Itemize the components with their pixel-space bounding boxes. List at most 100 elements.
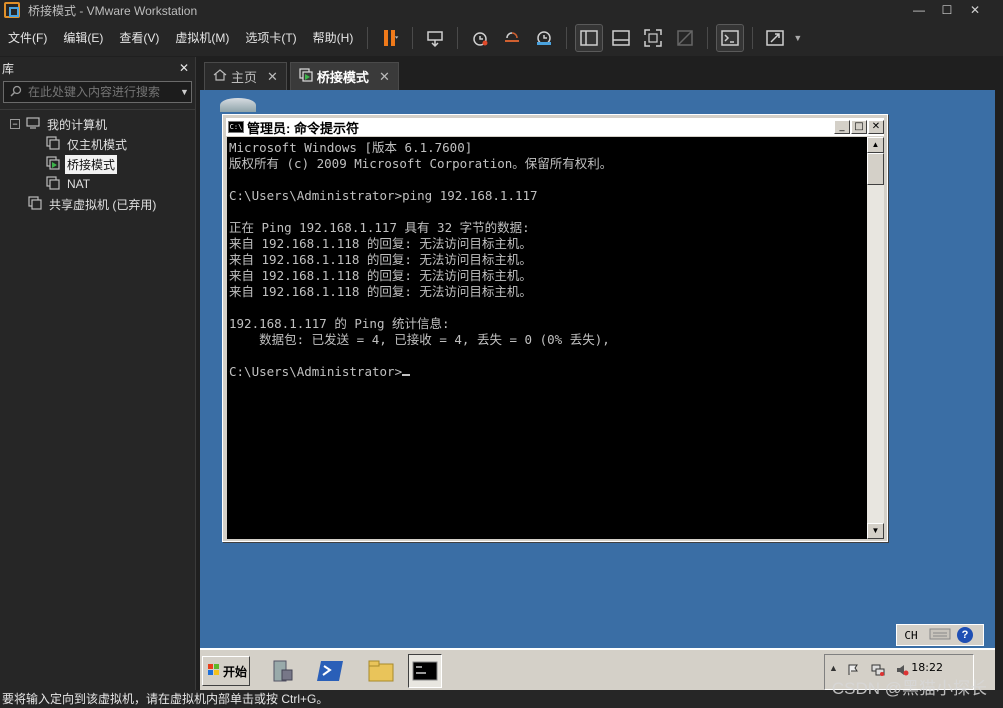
- tab-close-icon[interactable]: ✕: [379, 69, 390, 85]
- scroll-thumb[interactable]: [867, 153, 884, 185]
- vmware-app-icon: [4, 2, 20, 18]
- cmd-window[interactable]: C:\ 管理员: 命令提示符 _ □ ✕ Microsoft Windows […: [222, 114, 888, 542]
- tab-bridged[interactable]: 桥接模式 ✕: [289, 62, 399, 90]
- menu-edit[interactable]: 编辑(E): [55, 20, 111, 56]
- unity-icon[interactable]: [672, 25, 698, 51]
- watermark: CSDN @黑猫小探长: [831, 679, 987, 698]
- recycle-bin-icon[interactable]: [220, 98, 256, 112]
- stretch-guest-icon[interactable]: [762, 25, 788, 51]
- start-button[interactable]: 开始: [202, 656, 250, 686]
- send-keys-icon[interactable]: [422, 25, 448, 51]
- vm-running-icon: [46, 155, 60, 173]
- help-icon[interactable]: ?: [957, 627, 973, 643]
- console-line: 来自 192.168.1.118 的回复: 无法访问目标主机。: [229, 236, 532, 251]
- tree-my-computer[interactable]: − 我的计算机: [0, 114, 195, 134]
- window-title: 桥接模式 - VMware Workstation: [28, 3, 198, 18]
- language-bar[interactable]: CH ?: [896, 624, 984, 646]
- home-icon: [213, 69, 227, 84]
- cmd-title: 管理员: 命令提示符: [247, 120, 359, 136]
- console-output[interactable]: Microsoft Windows [版本 6.1.7600] 版权所有 (c) …: [227, 137, 867, 539]
- revert-snapshot-icon[interactable]: [499, 25, 525, 51]
- full-screen-icon[interactable]: [640, 25, 666, 51]
- cmd-scrollbar[interactable]: ▲ ▼: [867, 137, 884, 539]
- powershell-icon[interactable]: [314, 654, 348, 688]
- toolbar-separator: [566, 27, 568, 49]
- tree-label: 桥接模式: [65, 154, 118, 174]
- console-line: 正在 Ping 192.168.1.117 具有 32 字节的数据:: [229, 220, 530, 235]
- tree-label: 仅主机模式: [67, 137, 128, 152]
- tree-vm-bridged[interactable]: 桥接模式: [0, 154, 195, 174]
- snapshot-icon[interactable]: [467, 25, 493, 51]
- tab-label: 桥接模式: [316, 70, 369, 85]
- tab-close-icon[interactable]: ✕: [267, 69, 278, 85]
- tree-label: 共享虚拟机 (已弃用): [49, 197, 157, 212]
- console-view-icon[interactable]: [716, 24, 745, 52]
- maximize-button[interactable]: ☐: [934, 0, 960, 20]
- toolbar-separator: [367, 27, 369, 49]
- library-view-icon[interactable]: [575, 24, 604, 52]
- toolbar-separator: [412, 27, 414, 49]
- title-bar: 桥接模式 - VMware Workstation — ☐ ✕: [0, 0, 1003, 20]
- search-dropdown-icon[interactable]: ▼: [180, 87, 189, 97]
- server-manager-icon[interactable]: [264, 654, 298, 688]
- vm-running-icon: [299, 68, 313, 85]
- tab-home[interactable]: 主页 ✕: [204, 62, 287, 90]
- library-header: 库 ✕: [0, 57, 195, 79]
- collapse-toggle-icon[interactable]: −: [10, 119, 20, 129]
- computer-icon: [26, 116, 40, 132]
- language-indicator[interactable]: CH: [897, 629, 925, 642]
- tree-label: 我的计算机: [47, 117, 108, 132]
- scroll-down-icon[interactable]: ▼: [867, 523, 884, 539]
- chevron-down-icon[interactable]: ▼: [793, 33, 802, 43]
- vm-icon: [46, 135, 60, 153]
- library-pane: 库 ✕ ▼ − 我的计算机 仅主机模式: [0, 57, 196, 690]
- tree-shared-vms[interactable]: 共享虚拟机 (已弃用): [0, 194, 195, 214]
- menu-vm[interactable]: 虚拟机(M): [167, 20, 237, 56]
- snapshot-manager-icon[interactable]: [531, 25, 557, 51]
- library-search[interactable]: ▼: [3, 81, 192, 103]
- cmd-icon: C:\: [228, 121, 244, 133]
- keyboard-icon[interactable]: [929, 627, 951, 644]
- guest-screen[interactable]: C:\ 管理员: 命令提示符 _ □ ✕ Microsoft Windows […: [200, 90, 995, 690]
- cmd-minimize-icon[interactable]: _: [834, 120, 850, 134]
- toolbar-separator: [457, 27, 459, 49]
- tree-vm-nat[interactable]: NAT: [0, 174, 195, 194]
- pause-icon[interactable]: [377, 25, 403, 51]
- menu-tabs[interactable]: 选项卡(T): [237, 20, 304, 56]
- cmd-taskbar-button[interactable]: [408, 654, 442, 688]
- library-close-icon[interactable]: ✕: [179, 61, 189, 75]
- cmd-close-icon[interactable]: ✕: [868, 120, 884, 134]
- console-line: 来自 192.168.1.118 的回复: 无法访问目标主机。: [229, 268, 532, 283]
- cmd-maximize-icon[interactable]: □: [851, 120, 867, 134]
- clock[interactable]: 18:22: [911, 661, 943, 674]
- toolbar-separator: [707, 27, 709, 49]
- close-button[interactable]: ✕: [962, 0, 988, 20]
- console-prompt: C:\Users\Administrator>: [229, 364, 403, 379]
- vm-icon: [46, 175, 60, 193]
- tray-chevron-icon[interactable]: ▲: [829, 663, 838, 673]
- console-line: Microsoft Windows [版本 6.1.7600]: [229, 140, 473, 155]
- menu-file[interactable]: 文件(F): [0, 20, 55, 56]
- status-text: 要将输入定向到该虚拟机，请在虚拟机内部单击或按 Ctrl+G。: [2, 692, 329, 706]
- minimize-button[interactable]: —: [906, 0, 932, 20]
- shared-vm-icon: [28, 195, 42, 213]
- tree-vm-host-only[interactable]: 仅主机模式: [0, 134, 195, 154]
- menu-help[interactable]: 帮助(H): [305, 20, 362, 56]
- search-icon: [10, 85, 22, 100]
- cmd-title-bar[interactable]: C:\ 管理员: 命令提示符 _ □ ✕: [226, 118, 884, 136]
- menu-view[interactable]: 查看(V): [111, 20, 167, 56]
- thumbnail-bar-icon[interactable]: [608, 25, 634, 51]
- console-line: 来自 192.168.1.118 的回复: 无法访问目标主机。: [229, 284, 532, 299]
- vmware-window: 桥接模式 - VMware Workstation — ☐ ✕ 文件(F) 编辑…: [0, 0, 1003, 708]
- tree-label: NAT: [67, 177, 91, 191]
- tab-bar: 主页 ✕ 桥接模式 ✕: [200, 61, 1003, 90]
- library-title: 库: [2, 61, 15, 76]
- scroll-up-icon[interactable]: ▲: [867, 137, 884, 153]
- console-line: 来自 192.168.1.118 的回复: 无法访问目标主机。: [229, 252, 532, 267]
- tab-label: 主页: [231, 70, 258, 85]
- console-line: C:\Users\Administrator>ping 192.168.1.11…: [229, 188, 538, 203]
- explorer-folder-icon[interactable]: [364, 654, 398, 688]
- search-input[interactable]: [28, 85, 176, 99]
